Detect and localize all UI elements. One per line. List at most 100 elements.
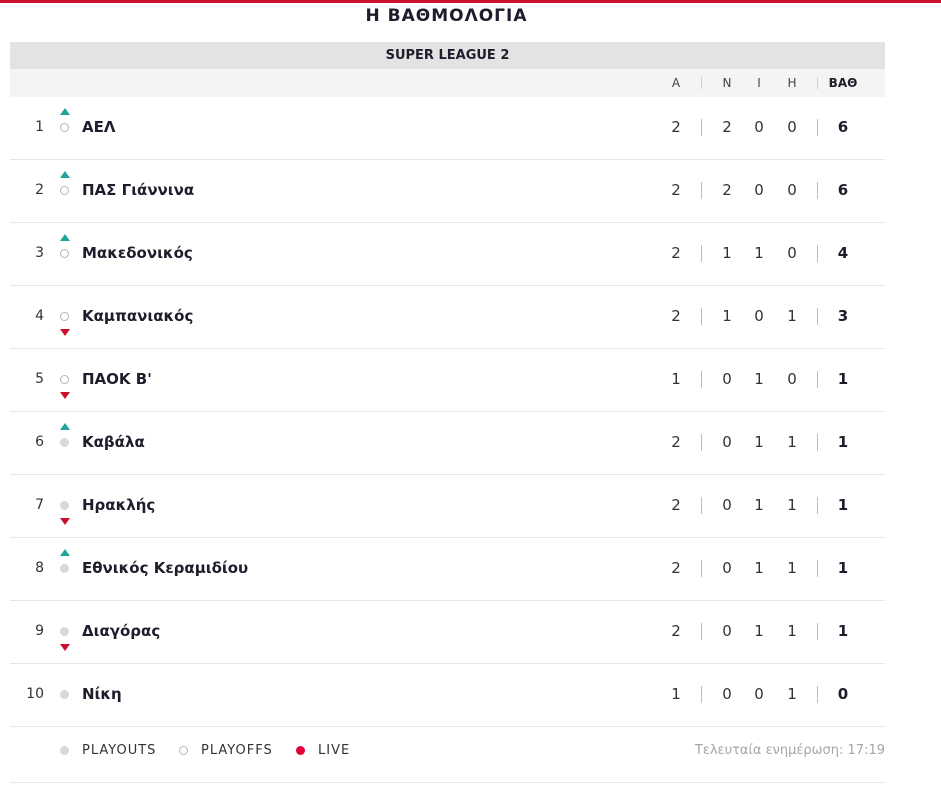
draw-value: 1 <box>754 433 764 451</box>
table-row[interactable]: 7 Ηρακλής 2 0 1 1 1 <box>10 475 885 538</box>
playouts-dot-icon <box>60 746 69 755</box>
points-value: 1 <box>837 496 849 514</box>
cell-divider <box>701 560 702 577</box>
points-value: 1 <box>837 622 849 640</box>
cell-divider <box>817 623 818 640</box>
zone-marker <box>60 690 70 700</box>
played-value: 2 <box>671 118 681 136</box>
legend-playoffs: PLAYOFFS <box>201 743 273 758</box>
position: 2 <box>35 182 44 198</box>
position: 8 <box>35 560 44 576</box>
playoff-zone-icon <box>60 186 69 195</box>
zone-marker <box>60 375 70 385</box>
team-name[interactable]: Καβάλα <box>82 412 145 473</box>
won-value: 0 <box>722 622 732 640</box>
table-row[interactable]: 4 Καμπανιακός 2 1 0 1 3 <box>10 286 885 349</box>
points-value: 1 <box>837 559 849 577</box>
draw-value: 0 <box>754 685 764 703</box>
points-value: 0 <box>837 685 849 703</box>
team-name[interactable]: Ηρακλής <box>82 475 155 536</box>
points-value: 1 <box>837 370 849 388</box>
table-row[interactable]: 2 ΠΑΣ Γιάννινα 2 2 0 0 6 <box>10 160 885 223</box>
draw-value: 1 <box>754 622 764 640</box>
team-name[interactable]: ΠΑΟΚ Β' <box>82 349 152 410</box>
table-row[interactable]: 10 Νίκη 1 0 0 1 0 <box>10 664 885 727</box>
cell-divider <box>817 560 818 577</box>
zone-marker <box>60 627 70 637</box>
playout-zone-icon <box>60 564 69 573</box>
table-row[interactable]: 8 Εθνικός Κεραμιδίου 2 0 1 1 1 <box>10 538 885 601</box>
legend-playouts: PLAYOUTS <box>82 743 157 758</box>
position: 6 <box>35 434 44 450</box>
cell-divider <box>817 686 818 703</box>
won-value: 0 <box>722 370 732 388</box>
playoff-zone-icon <box>60 123 69 132</box>
legend-bar: PLAYOUTS PLAYOFFS LIVE Τελευταία ενημέρω… <box>10 722 885 783</box>
league-header: SUPER LEAGUE 2 <box>10 42 885 69</box>
won-value: 1 <box>722 307 732 325</box>
table-row[interactable]: 3 Μακεδονικός 2 1 1 0 4 <box>10 223 885 286</box>
team-name[interactable]: Μακεδονικός <box>82 223 193 284</box>
played-value: 2 <box>671 307 681 325</box>
arrow-up-icon <box>60 108 70 115</box>
position: 1 <box>35 119 44 135</box>
played-value: 2 <box>671 244 681 262</box>
table-row[interactable]: 1 ΑΕΛ 2 2 0 0 6 <box>10 97 885 160</box>
played-value: 1 <box>671 370 681 388</box>
col-draw: Ι <box>757 76 761 90</box>
cell-divider <box>817 119 818 136</box>
cell-divider <box>817 182 818 199</box>
col-lost: Η <box>787 76 797 90</box>
cell-divider <box>701 182 702 199</box>
team-name[interactable]: ΑΕΛ <box>82 97 115 158</box>
playoffs-dot-icon <box>179 746 188 755</box>
cell-divider <box>701 434 702 451</box>
live-dot-icon <box>296 746 305 755</box>
cell-divider <box>701 497 702 514</box>
position: 9 <box>35 623 44 639</box>
team-name[interactable]: Νίκη <box>82 664 122 725</box>
table-row[interactable]: 9 Διαγόρας 2 0 1 1 1 <box>10 601 885 664</box>
team-name[interactable]: ΠΑΣ Γιάννινα <box>82 160 194 221</box>
table-row[interactable]: 5 ΠΑΟΚ Β' 1 0 1 0 1 <box>10 349 885 412</box>
position: 10 <box>26 686 44 702</box>
lost-value: 1 <box>787 685 797 703</box>
cell-divider <box>817 497 818 514</box>
lost-value: 0 <box>787 181 797 199</box>
won-value: 0 <box>722 559 732 577</box>
lost-value: 1 <box>787 622 797 640</box>
cell-divider <box>701 245 702 262</box>
arrow-down-icon <box>60 329 70 336</box>
draw-value: 0 <box>754 307 764 325</box>
draw-value: 1 <box>754 496 764 514</box>
draw-value: 1 <box>754 244 764 262</box>
draw-value: 0 <box>754 118 764 136</box>
table-row[interactable]: 6 Καβάλα 2 0 1 1 1 <box>10 412 885 475</box>
points-value: 6 <box>837 118 849 136</box>
col-won: Ν <box>722 76 732 90</box>
lost-value: 1 <box>787 496 797 514</box>
cell-divider <box>701 623 702 640</box>
playout-zone-icon <box>60 690 69 699</box>
zone-marker <box>60 249 70 259</box>
cell-divider <box>701 308 702 325</box>
zone-marker <box>60 123 70 133</box>
arrow-up-icon <box>60 549 70 556</box>
cell-divider <box>701 119 702 136</box>
team-name[interactable]: Καμπανιακός <box>82 286 193 347</box>
points-value: 3 <box>837 307 849 325</box>
arrow-down-icon <box>60 392 70 399</box>
team-name[interactable]: Εθνικός Κεραμιδίου <box>82 538 248 599</box>
arrow-up-icon <box>60 234 70 241</box>
team-name[interactable]: Διαγόρας <box>82 601 160 662</box>
page-title: Η ΒΑΘΜΟΛΟΓΙΑ <box>365 6 528 26</box>
played-value: 1 <box>671 685 681 703</box>
lost-value: 0 <box>787 370 797 388</box>
playoff-zone-icon <box>60 249 69 258</box>
legend-live: LIVE <box>318 743 351 758</box>
points-value: 1 <box>837 433 849 451</box>
won-value: 0 <box>722 433 732 451</box>
col-divider <box>701 77 702 89</box>
playoff-zone-icon <box>60 375 69 384</box>
position: 4 <box>35 308 44 324</box>
